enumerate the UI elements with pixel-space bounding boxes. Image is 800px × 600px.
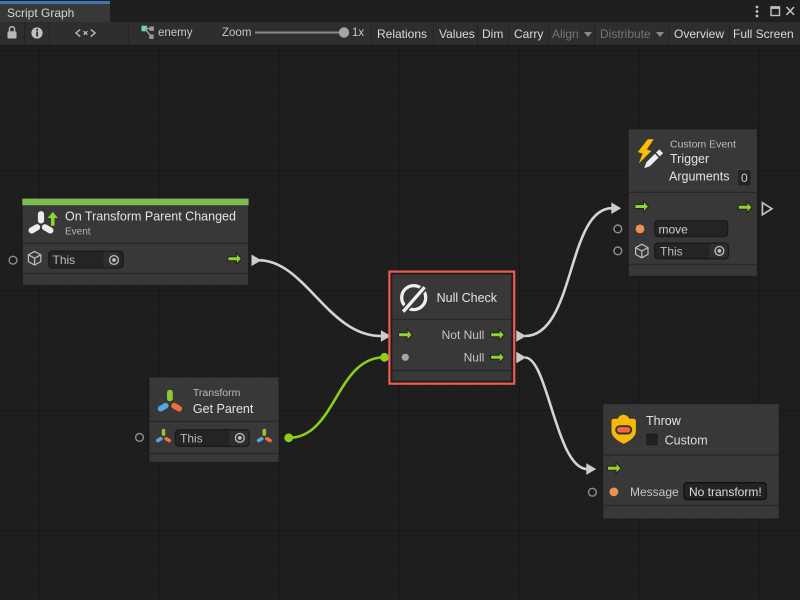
svg-text:Transform: Transform — [193, 387, 241, 399]
svg-text:On Transform Parent Changed: On Transform Parent Changed — [65, 210, 236, 224]
svg-text:Null: Null — [464, 351, 485, 365]
svg-text:This: This — [180, 432, 203, 446]
svg-text:Get Parent: Get Parent — [193, 402, 254, 416]
svg-text:Event: Event — [65, 227, 91, 238]
svg-text:move: move — [659, 223, 689, 237]
svg-text:This: This — [53, 253, 76, 267]
svg-text:Trigger: Trigger — [670, 152, 709, 166]
svg-text:Custom: Custom — [665, 434, 708, 448]
svg-text:No transform!: No transform! — [689, 485, 762, 499]
svg-text:Arguments: Arguments — [669, 170, 729, 184]
svg-text:0: 0 — [741, 171, 748, 185]
svg-text:Custom Event: Custom Event — [670, 139, 736, 151]
svg-text:Throw: Throw — [646, 414, 682, 428]
svg-text:Message: Message — [630, 485, 679, 499]
svg-text:Null Check: Null Check — [437, 291, 498, 305]
svg-text:Not Null: Not Null — [442, 328, 485, 342]
svg-text:This: This — [660, 245, 683, 259]
